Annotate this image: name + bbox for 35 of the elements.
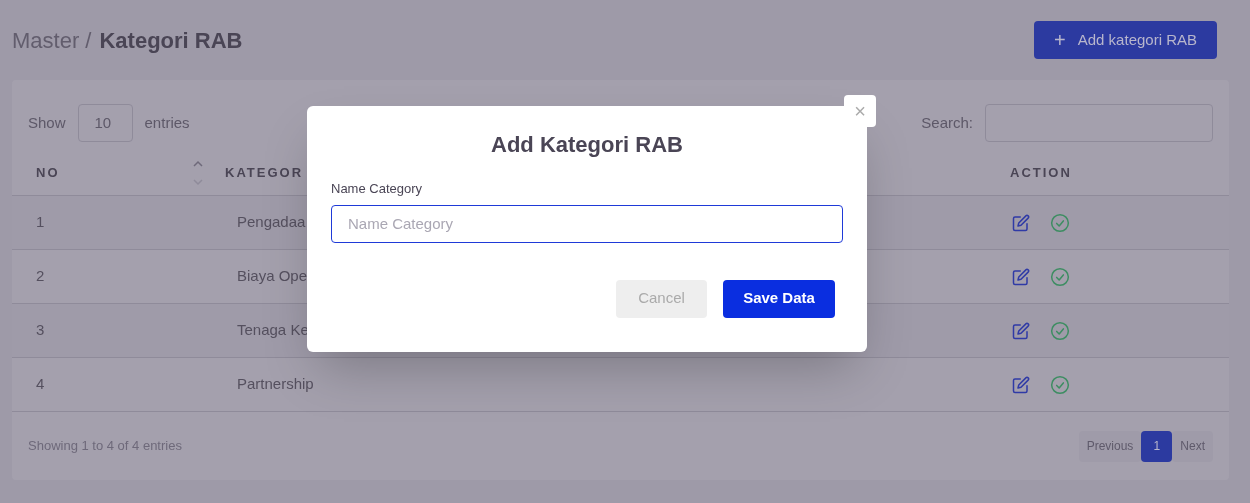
- previous-button[interactable]: Previous: [1078, 430, 1142, 462]
- save-button[interactable]: Save Data: [723, 279, 835, 318]
- edit-icon[interactable]: [1012, 213, 1030, 232]
- table-cell: Pengadaa: [237, 213, 306, 231]
- sort-icon[interactable]: [192, 159, 204, 186]
- page-title: Kategori RAB: [99, 26, 243, 55]
- name-category-field[interactable]: Name Category: [331, 204, 843, 243]
- table-cell: Partnership: [237, 375, 314, 393]
- show-label: Show: [28, 112, 66, 133]
- field-label: Name Category: [331, 180, 424, 198]
- page-button[interactable]: 1: [1141, 430, 1173, 462]
- check-circle-icon[interactable]: [1050, 212, 1070, 233]
- table-cell-text: 1: [35, 212, 46, 233]
- column-header[interactable]: NO: [12, 162, 192, 183]
- plus-icon: +: [1054, 25, 1066, 55]
- modal-title: Add Kategori RAB: [490, 131, 684, 159]
- table-cell-text: 2: [35, 266, 46, 287]
- entries-label: entries: [144, 112, 190, 133]
- edit-icon[interactable]: [1012, 375, 1030, 394]
- table-cell-text: 4: [35, 374, 46, 395]
- edit-icon[interactable]: [1012, 321, 1030, 340]
- check-circle-icon[interactable]: [1050, 374, 1070, 395]
- table-cell: Biaya Ope: [237, 267, 308, 285]
- check-circle-icon[interactable]: [1050, 320, 1070, 341]
- next-button[interactable]: Next: [1172, 430, 1213, 462]
- table-cell-text: 3: [35, 320, 46, 341]
- check-circle-icon[interactable]: [1050, 266, 1070, 287]
- breadcrumb-parent[interactable]: Master /: [12, 23, 92, 57]
- page-size-select[interactable]: 10: [77, 104, 133, 142]
- search-label: Search:: [921, 112, 973, 133]
- column-header: ACTION: [1010, 163, 1072, 182]
- edit-icon[interactable]: [1012, 267, 1030, 286]
- add-category-button[interactable]: + Add kategori RAB: [1034, 21, 1217, 59]
- close-button[interactable]: ×: [844, 95, 876, 127]
- cancel-button[interactable]: Cancel: [616, 279, 707, 318]
